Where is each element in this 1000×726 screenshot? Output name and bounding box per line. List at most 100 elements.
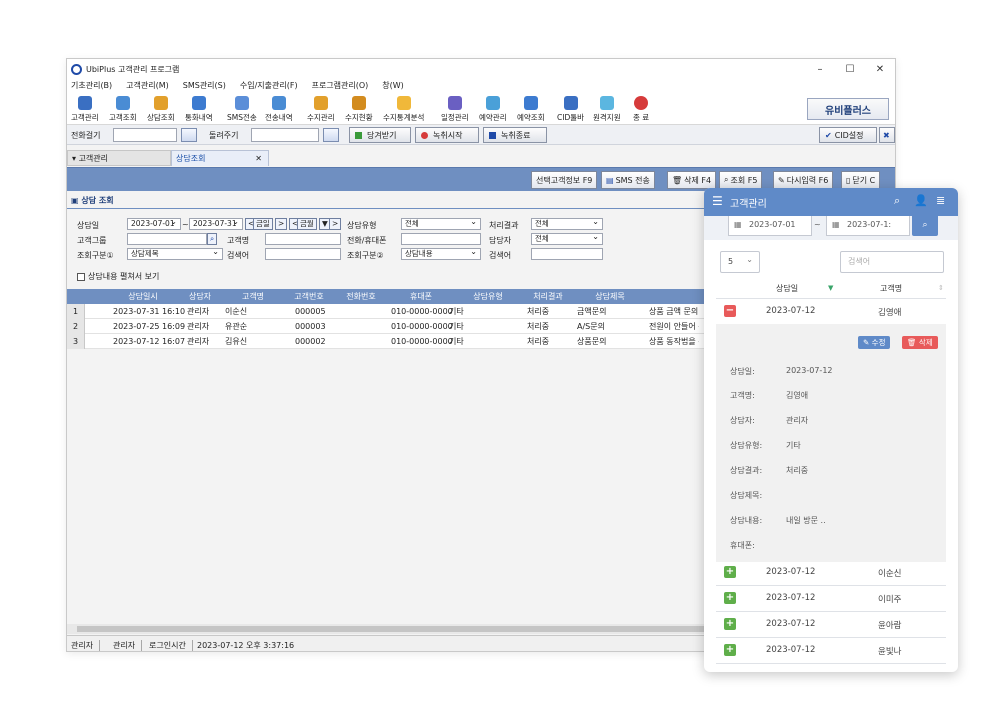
- search-button[interactable]: ⌕ 조회 F5: [719, 171, 763, 189]
- mobile-search-input[interactable]: 검색어: [840, 251, 944, 273]
- edit-button[interactable]: ✎ 수정: [858, 336, 891, 349]
- col-datetime[interactable]: 상담일시: [107, 289, 179, 304]
- expand-icon[interactable]: +: [724, 618, 736, 630]
- col-cust-no[interactable]: 고객번호: [285, 289, 333, 304]
- close-doc-icon: ▯: [846, 175, 851, 185]
- expand-icon[interactable]: +: [724, 592, 736, 604]
- record-start-button[interactable]: 녹취시작: [415, 127, 479, 143]
- maximize-button[interactable]: ☐: [835, 59, 865, 79]
- mobile-search-button[interactable]: ⌕: [912, 214, 938, 236]
- delete-button[interactable]: 🗑 삭제 F4: [667, 171, 717, 189]
- group-input[interactable]: [127, 233, 207, 245]
- database-icon[interactable]: ≣: [936, 194, 945, 207]
- menu-sms[interactable]: SMS관리(S): [183, 79, 226, 93]
- toolbar-exit-button[interactable]: 종 료: [633, 95, 649, 123]
- toolbar-remote-support-button[interactable]: 원격지원: [593, 95, 621, 123]
- result-select[interactable]: 전체: [531, 218, 603, 230]
- transfer-input[interactable]: [251, 128, 319, 142]
- reinput-button[interactable]: ✎ 다시입력 F6: [773, 171, 834, 189]
- toolbar-reservation-search-button[interactable]: 예약조회: [517, 95, 545, 123]
- selected-customer-info-button[interactable]: 선택고객정보 F9: [531, 171, 598, 189]
- type-select[interactable]: 전체: [401, 218, 481, 230]
- toolbar-schedule-button[interactable]: 일정관리: [441, 95, 469, 123]
- toolbar-customer-search-button[interactable]: 고객조회: [109, 95, 137, 123]
- date-from-input[interactable]: 2023-07-01: [127, 218, 181, 230]
- callbar-close-button[interactable]: ✖: [879, 127, 895, 143]
- close-tab-button[interactable]: ▯ 닫기 C: [841, 171, 881, 189]
- expand-icon[interactable]: +: [724, 644, 736, 656]
- tab-close-icon[interactable]: ✕: [255, 151, 262, 167]
- cond1-select[interactable]: 상담제목: [127, 248, 223, 260]
- toolbar-finance-status-button[interactable]: 수지현황: [345, 95, 373, 123]
- receive-button[interactable]: 당겨받기: [349, 127, 411, 143]
- add-user-icon[interactable]: 👤: [914, 194, 928, 207]
- toolbar-call-history-button[interactable]: 통화내역: [185, 95, 213, 123]
- hamburger-menu-icon[interactable]: ☰: [712, 194, 723, 208]
- this-month-button[interactable]: 금월: [297, 218, 317, 230]
- group-search-icon[interactable]: ⌕: [207, 233, 218, 245]
- dial-input[interactable]: [113, 128, 177, 142]
- col-mobile[interactable]: 휴대폰: [389, 289, 453, 304]
- mobile-row[interactable]: + 2023-07-12 윤아람: [716, 612, 946, 637]
- name-input[interactable]: [265, 233, 341, 245]
- search-icon[interactable]: ⌕: [894, 194, 900, 208]
- close-button[interactable]: ✕: [865, 59, 895, 79]
- sms-send-button[interactable]: ▤ SMS 전송: [601, 171, 655, 189]
- collapse-icon[interactable]: −: [724, 305, 736, 317]
- toolbar-finance-mgmt-button[interactable]: 수지관리: [307, 95, 335, 123]
- col-type[interactable]: 상담유형: [453, 289, 523, 304]
- reinput-icon: ✎: [778, 175, 785, 185]
- minimize-button[interactable]: –: [805, 59, 835, 79]
- mobile-col-date[interactable]: 상담일: [776, 283, 798, 294]
- expand-icon[interactable]: +: [724, 566, 736, 578]
- sort-icon[interactable]: ⇕: [938, 284, 944, 292]
- tab-consult[interactable]: 상담조회 ✕: [171, 150, 269, 166]
- toolbar-sms-send-button[interactable]: SMS전송: [227, 95, 257, 123]
- toolbar-reservation-button[interactable]: 예약관리: [479, 95, 507, 123]
- date-to-input[interactable]: 2023-07-31: [189, 218, 243, 230]
- tab-customer[interactable]: ▾ 고객관리: [67, 150, 171, 166]
- col-name[interactable]: 고객명: [221, 289, 285, 304]
- toolbar-consult-search-button[interactable]: 상담조회: [147, 95, 175, 123]
- delete-button[interactable]: 🗑 삭제: [902, 336, 938, 349]
- mobile-row[interactable]: + 2023-07-12 이순신: [716, 560, 946, 585]
- dial-button[interactable]: [181, 128, 197, 142]
- toolbar-send-history-button[interactable]: 전송내역: [265, 95, 293, 123]
- keyword1-label: 검색어: [227, 251, 250, 260]
- col-phone[interactable]: 전화번호: [333, 289, 389, 304]
- toolbar-cid-button[interactable]: CID툴바: [557, 95, 584, 123]
- mobile-row[interactable]: + 2023-07-12 윤빛나: [716, 638, 946, 663]
- keyword2-input[interactable]: [531, 248, 603, 260]
- next-day-button[interactable]: >: [275, 218, 288, 230]
- expand-content-checkbox[interactable]: 상담내용 펼쳐서 보기: [77, 271, 159, 282]
- mobile-date-from-input[interactable]: 2023-07-01: [728, 214, 812, 236]
- keyword1-input[interactable]: [265, 248, 341, 260]
- sort-desc-icon[interactable]: ▼: [828, 284, 833, 292]
- menu-window[interactable]: 창(W): [382, 79, 404, 93]
- phone-input[interactable]: [401, 233, 481, 245]
- toolbar-customer-mgmt-button[interactable]: 고객관리: [71, 95, 99, 123]
- col-staff[interactable]: 상담자: [179, 289, 221, 304]
- mobile-date-to-input[interactable]: 2023-07-1:: [826, 214, 910, 236]
- menu-finance[interactable]: 수입/지출관리(F): [240, 79, 298, 93]
- finance-status-icon: [351, 96, 366, 110]
- reservation-search-icon: [523, 96, 538, 110]
- transfer-button[interactable]: [323, 128, 339, 142]
- today-button[interactable]: 금일: [253, 218, 273, 230]
- staff-select[interactable]: 전체: [531, 233, 603, 245]
- mobile-row[interactable]: + 2023-07-12 이미주: [716, 586, 946, 611]
- mobile-col-name[interactable]: 고객명: [880, 283, 902, 294]
- page-size-select[interactable]: 5: [720, 250, 760, 273]
- menu-program[interactable]: 프로그램관리(O): [312, 79, 369, 93]
- mobile-row-expanded[interactable]: − 2023-07-12 김영애: [716, 299, 946, 324]
- col-result[interactable]: 처리결과: [523, 289, 573, 304]
- menu-customer[interactable]: 고객관리(M): [126, 79, 169, 93]
- next-month-button[interactable]: >: [329, 218, 342, 230]
- record-stop-button[interactable]: 녹취종료: [483, 127, 547, 143]
- col-title[interactable]: 상담제목: [573, 289, 647, 304]
- toolbar-finance-stats-button[interactable]: 수지통계분석: [383, 95, 424, 123]
- cid-settings-button[interactable]: ✔ CID설정: [819, 127, 877, 143]
- menu-basic[interactable]: 기초관리(B): [71, 79, 112, 93]
- phone-label: 전화/휴대폰: [347, 236, 387, 245]
- cond2-select[interactable]: 상담내용: [401, 248, 481, 260]
